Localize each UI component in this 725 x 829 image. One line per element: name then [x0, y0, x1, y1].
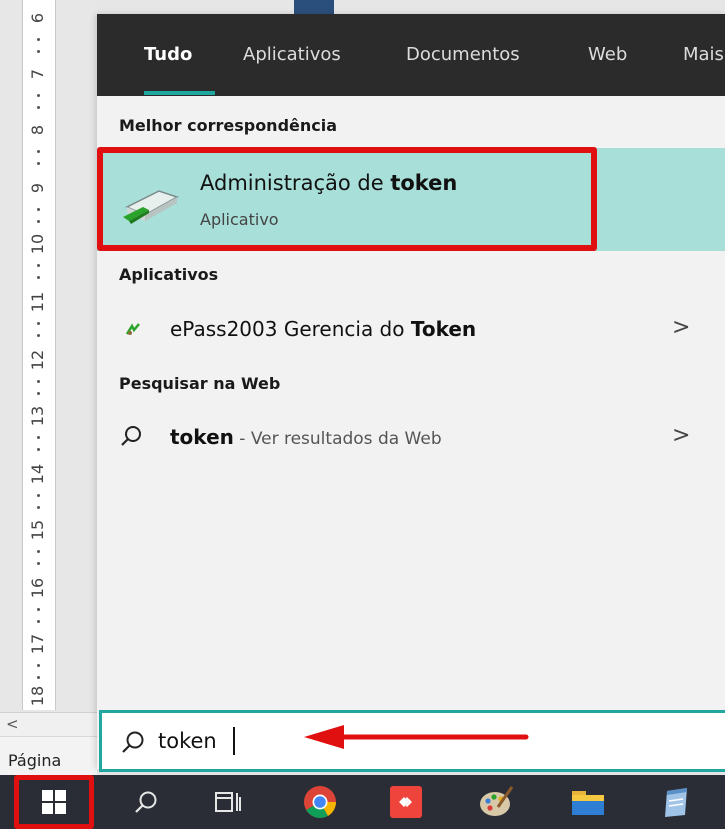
- tab-documentos[interactable]: Documentos: [406, 44, 520, 65]
- ruler-tick: [37, 448, 40, 451]
- ruler-number: 7: [28, 68, 47, 80]
- web-result-match: token: [170, 425, 234, 449]
- chevron-right-icon[interactable]: >: [672, 423, 690, 448]
- web-result-token[interactable]: token - Ver resultados da Web >: [97, 412, 725, 462]
- web-result-suffix: - Ver resultados da Web: [233, 429, 442, 449]
- search-filter-tabs: Tudo Aplicativos Documentos Web Mais: [97, 14, 725, 96]
- paint-button[interactable]: [466, 775, 526, 829]
- ruler-number: 11: [28, 291, 47, 313]
- windows-start-icon: [42, 790, 66, 814]
- ruler-tick: [37, 392, 40, 395]
- app-result-match: Token: [410, 317, 477, 341]
- best-match-title[interactable]: Administração de token: [200, 171, 457, 195]
- word-status-bar: Página: [0, 736, 97, 775]
- ruler-number: 17: [28, 633, 47, 655]
- anydesk-icon: [390, 786, 422, 818]
- epass-app-icon: [125, 323, 140, 335]
- ruler-number: 15: [28, 519, 47, 541]
- best-match-title-prefix: Administração de: [200, 171, 391, 195]
- ruler-tick: [37, 94, 40, 97]
- ruler-tick: [37, 608, 40, 611]
- ruler-number: 13: [28, 405, 47, 427]
- ruler-tick: [37, 220, 40, 223]
- ruler-number: 12: [28, 349, 47, 371]
- ruler-tick: [37, 106, 40, 109]
- ruler-tick: [37, 322, 40, 325]
- ruler-tick: [37, 506, 40, 509]
- taskbar-search-button[interactable]: [118, 775, 174, 829]
- ruler-tick: [37, 208, 40, 211]
- task-view-icon: [215, 792, 241, 812]
- app-result-prefix: ePass2003 Gerencia do: [170, 317, 411, 341]
- taskbar: [0, 775, 725, 829]
- start-search-panel: Tudo Aplicativos Documentos Web Mais Mel…: [97, 14, 725, 769]
- ruler-tick: [37, 436, 40, 439]
- best-match-subtitle: Aplicativo: [200, 210, 279, 229]
- start-button[interactable]: [14, 775, 94, 829]
- ruler-tick: [37, 150, 40, 153]
- ruler-number: 14: [28, 463, 47, 485]
- ruler-number: 9: [28, 182, 47, 194]
- tab-web[interactable]: Web: [588, 44, 627, 65]
- chrome-button[interactable]: [290, 775, 350, 829]
- scroll-left-icon[interactable]: <: [6, 715, 20, 733]
- app-result-label: ePass2003 Gerencia do Token: [170, 317, 476, 341]
- notepad-icon: [665, 788, 687, 817]
- ruler-tick: [37, 38, 40, 41]
- annotation-arrow-icon: [304, 725, 529, 749]
- ruler-tick: [37, 676, 40, 679]
- active-tab-indicator: [144, 91, 215, 95]
- token-admin-app-icon: [123, 190, 179, 224]
- document-title-strip: [294, 0, 334, 14]
- page-status-label[interactable]: Página: [8, 751, 61, 770]
- ruler-number: 6: [28, 12, 47, 24]
- ruler-number: 16: [28, 577, 47, 599]
- tab-mais[interactable]: Mais: [683, 44, 724, 65]
- ruler-tick: [37, 494, 40, 497]
- app-result-epass[interactable]: ePass2003 Gerencia do Token >: [97, 304, 725, 354]
- web-section-header: Pesquisar na Web: [119, 374, 281, 393]
- chevron-right-icon[interactable]: >: [672, 315, 690, 340]
- ruler-tick: [37, 380, 40, 383]
- text-caret: [233, 727, 235, 755]
- ruler-tick: [37, 276, 40, 279]
- ruler-tick: [37, 334, 40, 337]
- notepad-button[interactable]: [646, 775, 706, 829]
- search-icon: [122, 731, 144, 753]
- ruler-number: 8: [28, 124, 47, 136]
- chrome-icon: [304, 786, 337, 819]
- anydesk-button[interactable]: [376, 775, 436, 829]
- file-explorer-button[interactable]: [558, 775, 618, 829]
- best-match-title-match: token: [390, 171, 458, 195]
- tab-aplicativos[interactable]: Aplicativos: [243, 44, 341, 65]
- paint-icon: [480, 786, 514, 816]
- ruler-number: 18: [28, 685, 47, 707]
- apps-section-header: Aplicativos: [119, 265, 219, 284]
- file-explorer-icon: [572, 791, 604, 815]
- vertical-ruler: 6 7 8 9 10 11 12 13 14 15 16 17 18: [0, 0, 97, 710]
- ruler-tick: [37, 50, 40, 53]
- horizontal-scrollbar[interactable]: <: [0, 712, 97, 736]
- ruler-tick: [37, 562, 40, 565]
- ruler-tick: [37, 664, 40, 667]
- ruler-tick: [37, 162, 40, 165]
- tab-tudo[interactable]: Tudo: [144, 44, 192, 65]
- best-match-header: Melhor correspondência: [119, 116, 338, 135]
- search-icon: [121, 426, 141, 446]
- web-result-label: token - Ver resultados da Web: [170, 425, 442, 449]
- ruler-tick: [37, 550, 40, 553]
- ruler-tick: [37, 264, 40, 267]
- task-view-button[interactable]: [200, 775, 256, 829]
- ruler-number: 10: [28, 233, 47, 255]
- ruler-tick: [37, 620, 40, 623]
- search-icon: [135, 791, 157, 813]
